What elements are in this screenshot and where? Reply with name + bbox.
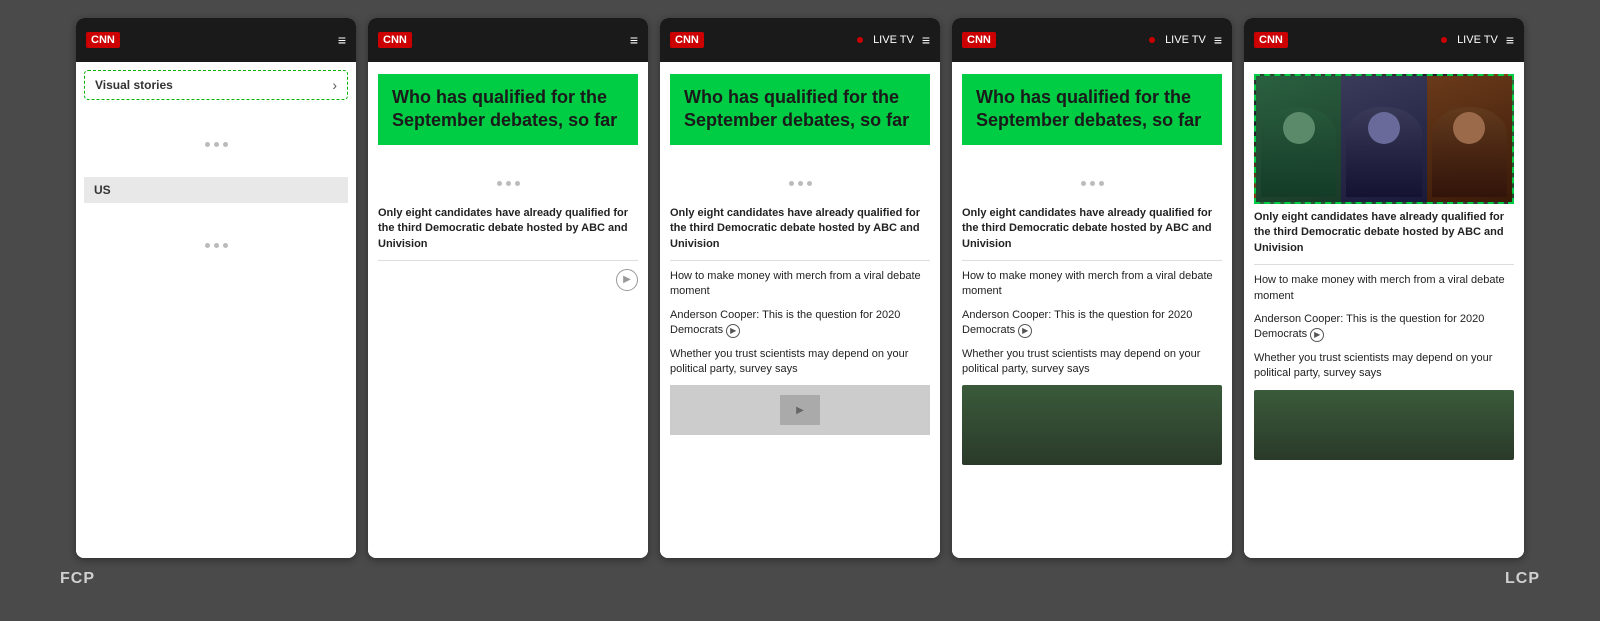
hamburger-icon-3[interactable]: ≡ — [922, 32, 930, 48]
live-dot-5 — [1441, 37, 1447, 43]
phone-5-content: Only eight candidates have already quali… — [1244, 62, 1524, 472]
article-3-2[interactable]: Anderson Cooper: This is the question fo… — [670, 308, 930, 339]
play-icon-small-3[interactable]: ▶ — [726, 324, 740, 338]
phone-5-body: Only eight candidates have already quali… — [1244, 62, 1524, 558]
article-5-3[interactable]: Whether you trust scientists may depend … — [1254, 351, 1514, 382]
bottom-labels: FCP LCP — [0, 558, 1600, 588]
phone-3-content: Who has qualified for the September deba… — [660, 62, 940, 447]
hamburger-icon-1[interactable]: ≡ — [338, 32, 346, 48]
divider-3a — [670, 260, 930, 261]
cnn-logo-5: CNN — [1254, 32, 1288, 48]
ld4-3 — [1099, 181, 1104, 186]
dot-4 — [205, 243, 210, 248]
fcp-label: FCP — [60, 570, 95, 588]
play-icon-small-5[interactable]: ▶ — [1310, 328, 1324, 342]
phones-container: CNN ≡ Visual stories › US CNN ≡ — [0, 0, 1600, 558]
loading-area-3 — [670, 161, 930, 206]
phone-1-body: Visual stories › US — [76, 62, 356, 558]
lcp-label: LCP — [1505, 570, 1540, 588]
play-icon-small-4[interactable]: ▶ — [1018, 324, 1032, 338]
dot-2 — [214, 142, 219, 147]
phone-1: CNN ≡ Visual stories › US — [76, 18, 356, 558]
phone-3-header: CNN LIVE TV ≡ — [660, 18, 940, 62]
phone-5-header: CNN LIVE TV ≡ — [1244, 18, 1524, 62]
phone-1-header: CNN ≡ — [76, 18, 356, 62]
phone-4: CNN LIVE TV ≡ Who has qualified for the … — [952, 18, 1232, 558]
phone-4-content: Who has qualified for the September deba… — [952, 62, 1232, 477]
article-3-3[interactable]: Whether you trust scientists may depend … — [670, 347, 930, 378]
live-tv-label-4: LIVE TV — [1165, 34, 1206, 46]
phone-3-body: Who has qualified for the September deba… — [660, 62, 940, 558]
dot-5 — [214, 243, 219, 248]
live-tv-label-5: LIVE TV — [1457, 34, 1498, 46]
ld2 — [506, 181, 511, 186]
ld3 — [515, 181, 520, 186]
header-right-4: LIVE TV ≡ — [1149, 32, 1222, 48]
divider-2a — [378, 260, 638, 261]
video-play-2[interactable]: ▶ — [378, 269, 638, 291]
cnn-logo-3: CNN — [670, 32, 704, 48]
loading-area-2 — [378, 161, 638, 206]
phone-3: CNN LIVE TV ≡ Who has qualified for the … — [660, 18, 940, 558]
debate-image — [1254, 74, 1514, 204]
article-3-1[interactable]: How to make money with merch from a vira… — [670, 269, 930, 300]
visual-stories-label: Visual stories — [95, 78, 173, 92]
divider-5a — [1254, 264, 1514, 265]
dot-3 — [223, 142, 228, 147]
headline-box-3: Who has qualified for the September deba… — [670, 74, 930, 145]
cnn-logo-2: CNN — [378, 32, 412, 48]
article-5-1[interactable]: How to make money with merch from a vira… — [1254, 273, 1514, 304]
live-dot-3 — [857, 37, 863, 43]
header-right-3: LIVE TV ≡ — [857, 32, 930, 48]
phone-2: CNN ≡ Who has qualified for the Septembe… — [368, 18, 648, 558]
phone-2-content: Who has qualified for the September deba… — [368, 62, 648, 309]
arrow-right-icon: › — [332, 77, 337, 93]
dot-6 — [223, 243, 228, 248]
hamburger-icon-4[interactable]: ≡ — [1214, 32, 1222, 48]
header-right-5: LIVE TV ≡ — [1441, 32, 1514, 48]
ld4-2 — [1090, 181, 1095, 186]
hamburger-icon-2[interactable]: ≡ — [630, 32, 638, 48]
ld3-1 — [789, 181, 794, 186]
play-icon-2[interactable]: ▶ — [616, 269, 638, 291]
phone-4-body: Who has qualified for the September deba… — [952, 62, 1232, 558]
article-main-2: Only eight candidates have already quali… — [378, 206, 638, 252]
article-main-5: Only eight candidates have already quali… — [1254, 210, 1514, 256]
article-4-3[interactable]: Whether you trust scientists may depend … — [962, 347, 1222, 378]
live-dot-4 — [1149, 37, 1155, 43]
cnn-logo-1: CNN — [86, 32, 120, 48]
loading-dots-2 — [84, 213, 348, 278]
phone-4-header: CNN LIVE TV ≡ — [952, 18, 1232, 62]
cnn-logo-4: CNN — [962, 32, 996, 48]
article-main-4: Only eight candidates have already quali… — [962, 206, 1222, 252]
ld3-2 — [798, 181, 803, 186]
headline-box-4: Who has qualified for the September deba… — [962, 74, 1222, 145]
phone-2-body: Who has qualified for the September deba… — [368, 62, 648, 558]
loading-area-4 — [962, 161, 1222, 206]
article-main-3: Only eight candidates have already quali… — [670, 206, 930, 252]
divider-4a — [962, 260, 1222, 261]
headline-box-2: Who has qualified for the September deba… — [378, 74, 638, 145]
phone-2-header: CNN ≡ — [368, 18, 648, 62]
hamburger-icon-5[interactable]: ≡ — [1506, 32, 1514, 48]
article-4-1[interactable]: How to make money with merch from a vira… — [962, 269, 1222, 300]
ld4-1 — [1081, 181, 1086, 186]
visual-stories-bar[interactable]: Visual stories › — [84, 70, 348, 100]
headline-text-3: Who has qualified for the September deba… — [684, 86, 916, 133]
dot-1 — [205, 142, 210, 147]
headline-text-2: Who has qualified for the September deba… — [392, 86, 624, 133]
article-4-2[interactable]: Anderson Cooper: This is the question fo… — [962, 308, 1222, 339]
phone-5: CNN LIVE TV ≡ — [1244, 18, 1524, 558]
ld3-3 — [807, 181, 812, 186]
live-tv-label-3: LIVE TV — [873, 34, 914, 46]
article-5-2[interactable]: Anderson Cooper: This is the question fo… — [1254, 312, 1514, 343]
ld1 — [497, 181, 502, 186]
headline-text-4: Who has qualified for the September deba… — [976, 86, 1208, 133]
loading-dots-1 — [84, 112, 348, 177]
us-label: US — [84, 177, 348, 203]
